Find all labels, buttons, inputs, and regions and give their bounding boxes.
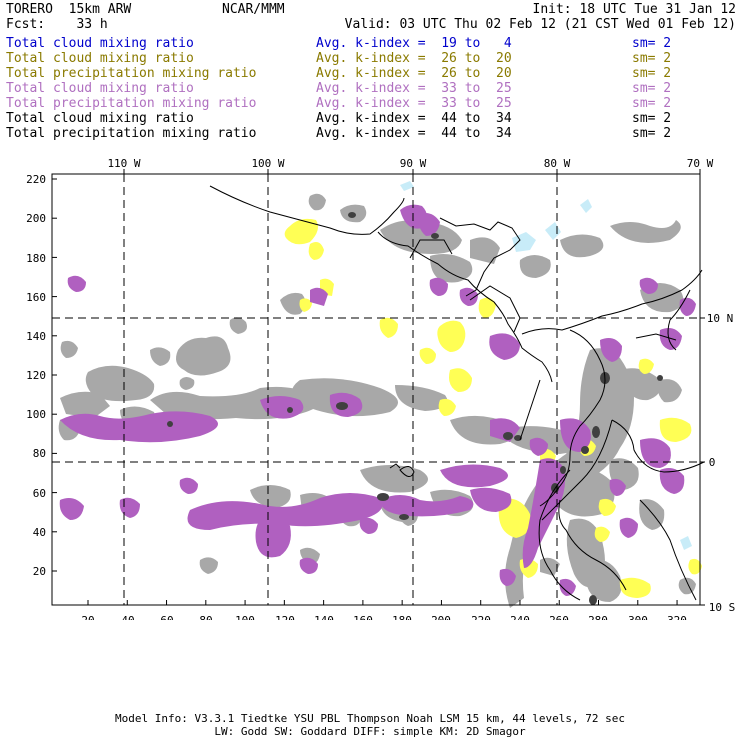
lon-labels: 110 W 100 W 90 W 80 W 70 W	[107, 157, 713, 170]
legend-avg: Avg. k-index = 44 to 34	[316, 111, 512, 126]
y-tick-label: 180	[26, 252, 46, 265]
legend-desc: Total cloud mixing ratio	[6, 36, 194, 51]
x-tick-label: 80	[199, 614, 212, 620]
y-tick-label: 120	[26, 369, 46, 382]
init-time: Init: 18 UTC Tue 31 Jan 12	[532, 2, 737, 17]
forecast-hour: Fcst: 33 h	[6, 17, 108, 32]
legend-desc: Total cloud mixing ratio	[6, 51, 194, 66]
legend-sm: sm= 2	[632, 111, 672, 126]
legend-row: Total cloud mixing ratio Avg. k-index = 1…	[6, 36, 736, 51]
legend-avg: Avg. k-index = 26 to 20	[316, 66, 512, 81]
x-tick-label: 300	[628, 614, 648, 620]
legend-sm: sm= 2	[632, 36, 672, 51]
y-tick-label: 60	[33, 487, 46, 500]
cloud-fields	[58, 181, 702, 608]
x-tick-label: 160	[353, 614, 373, 620]
legend-row: Total precipitation mixing ratio Avg. k-i…	[6, 96, 736, 111]
x-tick-label: 60	[160, 614, 173, 620]
model-title: TORERO 15km ARW	[6, 2, 132, 17]
x-tick-label: 100	[235, 614, 255, 620]
model-info-footer: Model Info: V3.3.1 Tiedtke YSU PBL Thomp…	[0, 712, 740, 738]
x-tick-label: 140	[314, 614, 334, 620]
legend-row: Total precipitation mixing ratio Avg. k-i…	[6, 66, 736, 81]
legend-row: Total cloud mixing ratio Avg. k-index = 4…	[6, 111, 736, 126]
x-tick-label: 200	[431, 614, 451, 620]
legend-desc: Total precipitation mixing ratio	[6, 96, 257, 111]
org-label: NCAR/MMM	[222, 2, 285, 17]
lon-label: 80 W	[544, 157, 571, 170]
legend-avg: Avg. k-index = 44 to 34	[316, 126, 512, 141]
lat-label: 10 N	[707, 312, 734, 325]
legend-row: Total cloud mixing ratio Avg. k-index = 2…	[6, 51, 736, 66]
y-tick-label: 140	[26, 330, 46, 343]
legend-sm: sm= 2	[632, 51, 672, 66]
x-tick-label: 240	[510, 614, 530, 620]
legend-sm: sm= 2	[632, 96, 672, 111]
valid-time: Valid: 03 UTC Thu 02 Feb 12 (21 CST Wed …	[344, 17, 736, 32]
y-tick-labels: 20 40 60 80 100 120 140 160 180 200 220	[26, 173, 46, 578]
x-tick-label: 40	[121, 614, 134, 620]
lon-label: 90 W	[400, 157, 427, 170]
map-panel: 110 W 100 W 90 W 80 W 70 W 10 N 0 10 S 2…	[0, 150, 740, 627]
x-tick-label: 20	[81, 614, 94, 620]
lon-label: 100 W	[251, 157, 284, 170]
footer-line-1: Model Info: V3.3.1 Tiedtke YSU PBL Thomp…	[115, 712, 625, 725]
legend-row: Total cloud mixing ratio Avg. k-index = 3…	[6, 81, 736, 96]
y-tick-label: 40	[33, 526, 46, 539]
legend-desc: Total precipitation mixing ratio	[6, 126, 257, 141]
legend-avg: Avg. k-index = 33 to 25	[316, 96, 512, 111]
y-tick-label: 100	[26, 408, 46, 421]
legend-sm: sm= 2	[632, 81, 672, 96]
lon-label: 70 W	[687, 157, 714, 170]
x-tick-label: 260	[549, 614, 569, 620]
y-tick-label: 220	[26, 173, 46, 186]
x-tick-label: 320	[667, 614, 687, 620]
x-tick-label: 120	[275, 614, 295, 620]
legend-sm: sm= 2	[632, 66, 672, 81]
legend-sm: sm= 2	[632, 126, 672, 141]
x-tick-labels: 20 40 60 80 100 120 140 160 180 200 220 …	[81, 614, 687, 627]
y-tick-label: 200	[26, 212, 46, 225]
legend-desc: Total precipitation mixing ratio	[6, 66, 257, 81]
x-tick-label: 220	[471, 614, 491, 620]
x-tick-label: 280	[588, 614, 608, 620]
forecast-map: 110 W 100 W 90 W 80 W 70 W 10 N 0 10 S 2…	[26, 157, 736, 627]
lon-label: 110 W	[107, 157, 140, 170]
legend-avg: Avg. k-index = 33 to 25	[316, 81, 512, 96]
legend-row: Total precipitation mixing ratio Avg. k-i…	[6, 126, 736, 141]
y-tick-label: 20	[33, 565, 46, 578]
lat-labels: 10 N 0 10 S	[707, 312, 736, 614]
legend-desc: Total cloud mixing ratio	[6, 81, 194, 96]
footer-line-2: LW: Godd SW: Goddard DIFF: simple KM: 2D…	[214, 725, 526, 738]
legend: Total cloud mixing ratio Avg. k-index = 1…	[6, 36, 736, 141]
y-tick-label: 80	[33, 447, 46, 460]
lat-label: 0	[709, 456, 716, 469]
x-tick-label: 180	[392, 614, 412, 620]
legend-desc: Total cloud mixing ratio	[6, 111, 194, 126]
lat-label: 10 S	[709, 601, 736, 614]
legend-avg: Avg. k-index = 19 to 4	[316, 36, 512, 51]
y-tick-label: 160	[26, 291, 46, 304]
legend-avg: Avg. k-index = 26 to 20	[316, 51, 512, 66]
